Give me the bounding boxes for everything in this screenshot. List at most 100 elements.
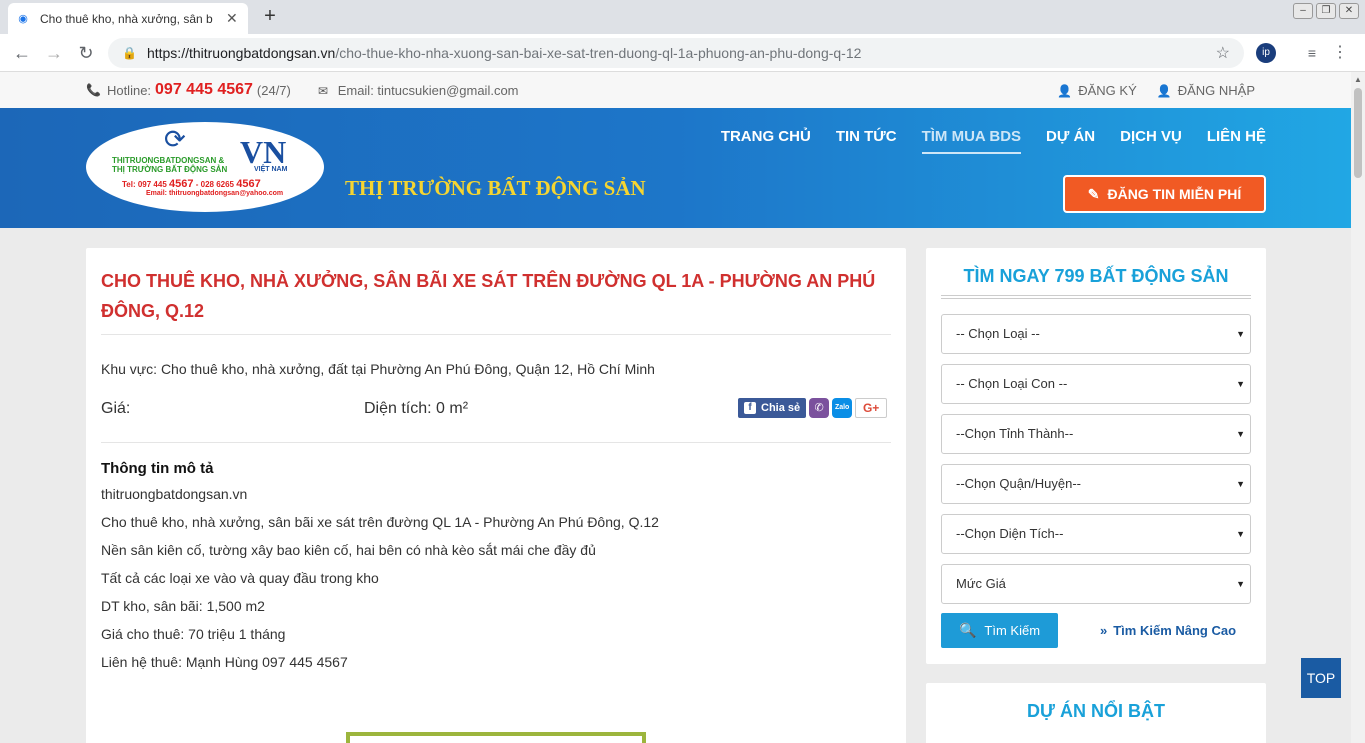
hotline-number[interactable]: 097 445 4567 (155, 81, 253, 99)
window-controls: – ❐ ✕ (1293, 3, 1359, 19)
zalo-icon[interactable]: Zalo (832, 398, 853, 418)
scroll-up-icon[interactable]: ▲ (1354, 75, 1362, 84)
site-logo[interactable]: ⟳ THITRUONGBATDONGSAN & THỊ TRƯỜNG BẤT Đ… (86, 122, 324, 212)
menu-icon[interactable]: ⋮ (1330, 43, 1350, 63)
site-header: ⟳ THITRUONGBATDONGSAN & THỊ TRƯỜNG BẤT Đ… (0, 108, 1351, 228)
listing-size: Diện tích: 0 m² (364, 400, 469, 417)
search-icon: 🔍 (958, 622, 977, 638)
minimize-icon[interactable]: – (1293, 3, 1313, 19)
select-price[interactable]: Mức Giá ▼ (941, 564, 1251, 604)
description-line: Tất cả các loại xe vào và quay đầu trong… (101, 570, 379, 586)
logo-vietnam: VIỆT NAM (254, 166, 288, 173)
title-underline (941, 295, 1251, 299)
favicon-icon: ◉ (18, 13, 28, 25)
page-scrollbar[interactable]: ▲ (1351, 72, 1365, 743)
description-line: Giá cho thuê: 70 triệu 1 tháng (101, 626, 286, 642)
logo-email: Email: thitruongbatdongsan@yahoo.com (146, 190, 284, 197)
share-buttons: f Chia sẻ ✆ Zalo G+ (738, 398, 888, 418)
phone-icon: 📞 (86, 83, 101, 97)
url-text: https://thitruongbatdongsan.vn/cho-thue-… (147, 45, 861, 61)
post-free-button[interactable]: ✎ ĐĂNG TIN MIỄN PHÍ (1063, 175, 1266, 213)
logo-line2: THỊ TRƯỜNG BẤT ĐỘNG SẢN (112, 165, 228, 174)
scrollbar-thumb[interactable] (1354, 88, 1362, 178)
description-heading: Thông tin mô tả (101, 460, 214, 477)
post-free-label: ĐĂNG TIN MIỄN PHÍ (1107, 186, 1242, 202)
search-button[interactable]: 🔍 Tìm Kiếm (941, 613, 1058, 648)
bookmark-star-icon[interactable]: ☆ (1216, 43, 1230, 63)
nav-buy[interactable]: TÌM MUA BDS (921, 128, 1022, 154)
auth-links: 👤 ĐĂNG KÝ 👤 ĐĂNG NHẬP (1057, 83, 1255, 98)
maximize-icon[interactable]: ❐ (1316, 3, 1336, 19)
email-contact[interactable]: ✉ Email: tintucsukien@gmail.com (318, 83, 519, 98)
description-body: thitruongbatdongsan.vn Cho thuê kho, nhà… (101, 486, 891, 682)
select-price-value: Mức Giá (956, 576, 1006, 591)
nav-services[interactable]: DỊCH VỤ (1120, 128, 1182, 154)
nav-contact[interactable]: LIÊN HỆ (1207, 128, 1266, 154)
contact-topbar: 📞 Hotline: 097 445 4567 (24/7) ✉ Email: … (0, 72, 1351, 108)
extension-icon[interactable]: ≡ (1302, 43, 1322, 63)
page: 📞 Hotline: 097 445 4567 (24/7) ✉ Email: … (0, 72, 1351, 743)
window-close-icon[interactable]: ✕ (1339, 3, 1359, 19)
featured-projects-panel: DỰ ÁN NỔI BẬT (926, 683, 1266, 743)
advanced-search-link[interactable]: » Tìm Kiếm Nâng Cao (1100, 623, 1236, 638)
close-icon[interactable]: ✕ (226, 10, 238, 27)
register-link[interactable]: 👤 ĐĂNG KÝ (1057, 83, 1136, 98)
envelope-icon: ✉ (318, 84, 329, 98)
advanced-search-label: Tìm Kiếm Nâng Cao (1113, 623, 1237, 638)
viber-icon[interactable]: ✆ (809, 398, 830, 418)
url-path: /cho-thue-kho-nha-xuong-san-bai-xe-sat-t… (335, 45, 862, 61)
hotline-label: Hotline: (106, 82, 152, 98)
search-panel-title: TÌM NGAY 799 BẤT ĐỘNG SẢN (963, 266, 1229, 286)
divider (101, 442, 891, 443)
site-name: THỊ TRƯỜNG BẤT ĐỘNG SẢN (345, 176, 646, 200)
search-panel: TÌM NGAY 799 BẤT ĐỘNG SẢN -- Chọn Loại -… (926, 248, 1266, 664)
select-subtype[interactable]: -- Chọn Loại Con -- ▼ (941, 364, 1251, 404)
new-tab-button[interactable]: + (258, 5, 282, 29)
select-province-value: --Chọn Tỉnh Thành-- (956, 426, 1074, 441)
logo-line1: THITRUONGBATDONGSAN & (112, 156, 225, 165)
login-link[interactable]: 👤 ĐĂNG NHẬP (1157, 83, 1255, 98)
double-chevron-right-icon: » (1100, 623, 1108, 638)
google-plus-button[interactable]: G+ (855, 398, 888, 418)
listing-card: CHO THUÊ KHO, NHÀ XƯỞNG, SÂN BÃI XE SÁT … (86, 248, 906, 743)
select-subtype-value: -- Chọn Loại Con -- (956, 376, 1068, 391)
back-icon[interactable]: ← (10, 41, 34, 65)
nav-news[interactable]: TIN TỨC (836, 128, 897, 154)
hotline: 📞 Hotline: 097 445 4567 (24/7) (86, 81, 291, 99)
select-province[interactable]: --Chọn Tỉnh Thành-- ▼ (941, 414, 1251, 454)
divider (101, 334, 891, 335)
select-district[interactable]: --Chọn Quận/Huyện-- ▼ (941, 464, 1251, 504)
logo-arrows-icon: ⟳ (164, 124, 186, 154)
caret-down-icon: ▼ (1236, 429, 1245, 439)
description-line: DT kho, sân bãi: 1,500 m2 (101, 598, 265, 614)
address-bar[interactable]: 🔒 https://thitruongbatdongsan.vn/cho-thu… (108, 38, 1244, 68)
featured-projects-title: DỰ ÁN NỔI BẬT (1027, 701, 1165, 721)
user-icon: 👤 (1156, 84, 1172, 98)
select-district-value: --Chọn Quận/Huyện-- (956, 476, 1081, 491)
forward-icon[interactable]: → (42, 41, 66, 65)
listing-image-frame (346, 732, 646, 743)
logo-tel-bold2: 4567 (236, 178, 261, 190)
listing-title: CHO THUÊ KHO, NHÀ XƯỞNG, SÂN BÃI XE SÁT … (101, 271, 876, 321)
nav-home[interactable]: TRANG CHỦ (721, 128, 811, 154)
select-type-value: -- Chọn Loại -- (956, 326, 1040, 341)
select-area[interactable]: --Chọn Diện Tích-- ▼ (941, 514, 1251, 554)
facebook-icon: f (744, 402, 756, 414)
select-area-value: --Chọn Diện Tích-- (956, 526, 1064, 541)
select-type[interactable]: -- Chọn Loại -- ▼ (941, 314, 1251, 354)
caret-down-icon: ▼ (1236, 479, 1245, 489)
logo-tel: Tel: 097 445 4567 - 028 6265 4567 (122, 178, 261, 190)
login-label: ĐĂNG NHẬP (1177, 83, 1255, 98)
url-host: https://thitruongbatdongsan.vn (146, 45, 336, 61)
description-line: Cho thuê kho, nhà xưởng, sân bãi xe sát … (101, 514, 659, 530)
caret-down-icon: ▼ (1236, 329, 1245, 339)
nav-projects[interactable]: DỰ ÁN (1046, 128, 1095, 154)
facebook-share-button[interactable]: f Chia sẻ (738, 398, 807, 418)
browser-tab[interactable]: ◉ Cho thuê kho, nhà xưởng, sân b ✕ (8, 3, 248, 34)
back-to-top-button[interactable]: TOP (1301, 658, 1341, 698)
reload-icon[interactable]: ↻ (74, 41, 98, 65)
register-label: ĐĂNG KÝ (1078, 83, 1137, 98)
hotline-hours: (24/7) (256, 82, 291, 98)
search-button-label: Tìm Kiếm (984, 623, 1041, 638)
extension-ip-icon[interactable]: ip (1256, 43, 1276, 63)
